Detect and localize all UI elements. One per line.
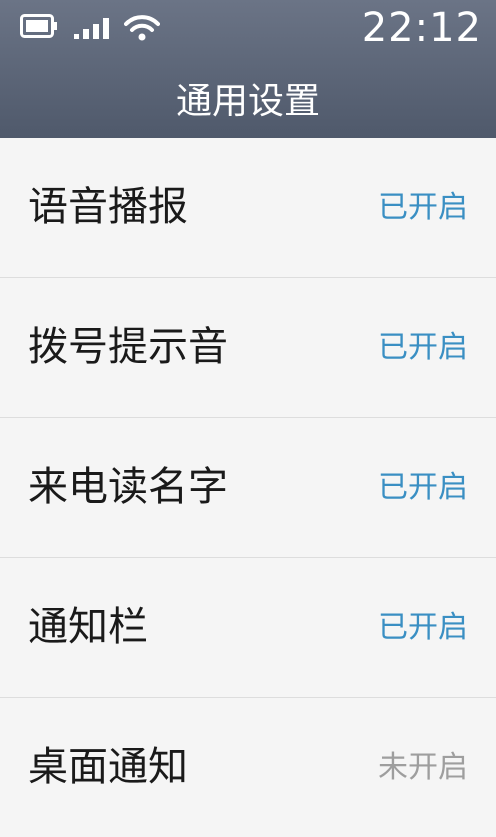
setting-row-caller-name[interactable]: 来电读名字 已开启 [0,418,496,558]
setting-status: 已开启 [378,470,468,505]
status-bar: 22:12 [0,0,496,56]
setting-status: 未开启 [378,750,468,785]
battery-icon [20,14,57,38]
setting-row-notification-bar[interactable]: 通知栏 已开启 [0,558,496,698]
setting-status: 已开启 [378,190,468,225]
setting-status: 已开启 [378,330,468,365]
setting-row-voice-broadcast[interactable]: 语音播报 已开启 [0,138,496,278]
status-time: 22:12 [361,5,482,51]
setting-row-desktop-notification[interactable]: 桌面通知 未开启 [0,698,496,837]
signal-icon [74,18,109,39]
page-title: 通用设置 [175,81,320,122]
settings-list: 语音播报 已开启 拨号提示音 已开启 来电读名字 已开启 通知栏 已开启 桌面通… [0,138,496,837]
setting-label: 通知栏 [28,604,148,650]
setting-label: 语音播报 [28,184,188,230]
setting-label: 拨号提示音 [28,324,228,370]
setting-label: 桌面通知 [28,744,188,790]
setting-row-dial-tone[interactable]: 拨号提示音 已开启 [0,278,496,418]
setting-label: 来电读名字 [28,464,228,510]
app-header: 22:12 通用设置 [0,0,496,138]
setting-status: 已开启 [378,610,468,645]
wifi-icon [124,15,160,41]
